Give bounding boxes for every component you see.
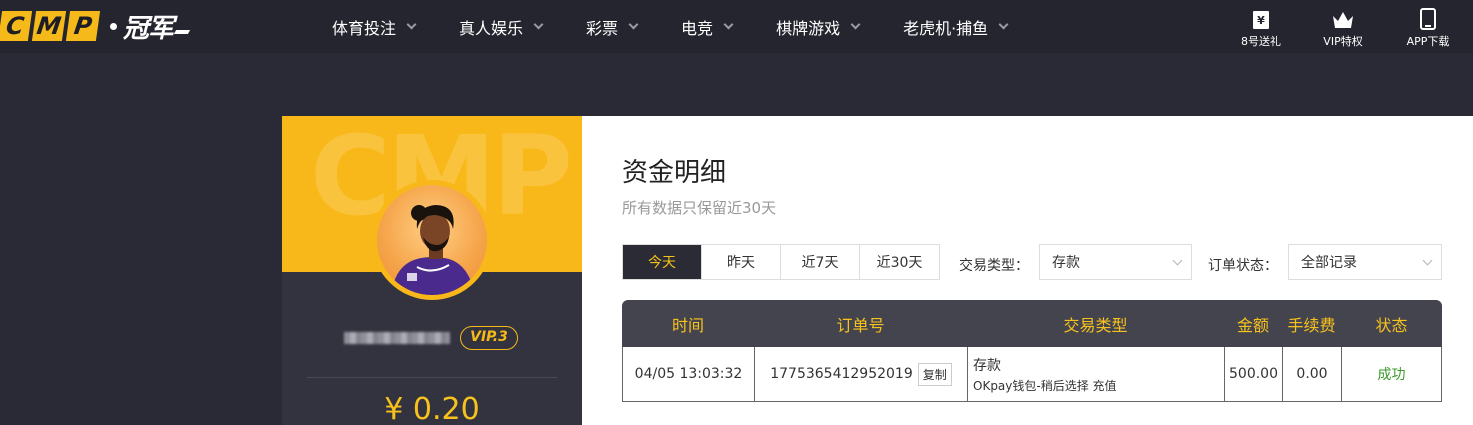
column-header-fee: 手续费 xyxy=(1287,315,1336,335)
vip-badge: VIP.3 xyxy=(460,326,518,350)
top-header: C M P 冠军 体育投注 真人娱乐 彩票 电竞 棋牌游戏 老虎机·捕鱼 ¥ 8… xyxy=(0,0,1473,53)
gift-label: 8号送礼 xyxy=(1241,35,1281,48)
cell-order-no: 1775365412952019 复制 xyxy=(755,347,968,401)
chevron-down-icon xyxy=(1422,255,1433,266)
chevron-down-icon xyxy=(998,19,1009,30)
page-subtitle: 所有数据只保留近30天 xyxy=(622,199,777,217)
transaction-type-value: 存款 xyxy=(1052,255,1080,271)
nav-item-card-games[interactable]: 棋牌游戏 xyxy=(776,0,861,53)
table-row: 04/05 13:03:32 1775365412952019 复制 存款 OK… xyxy=(622,347,1442,402)
username-blurred xyxy=(344,332,450,344)
page-title: 资金明细 xyxy=(622,158,727,188)
chevron-down-icon xyxy=(533,19,544,30)
cell-type: 存款 OKpay钱包-稍后选择 充值 xyxy=(968,347,1225,401)
logo-tail-icon xyxy=(173,30,191,34)
column-header-order-no: 订单号 xyxy=(836,315,885,335)
vip-label: VIP特权 xyxy=(1323,35,1363,48)
logo-letter: P xyxy=(65,11,101,41)
nav-item-label: 棋牌游戏 xyxy=(776,18,841,38)
cell-fee: 0.00 xyxy=(1283,347,1342,401)
chevron-down-icon xyxy=(723,19,734,30)
nav-item-label: 真人娱乐 xyxy=(459,18,524,38)
cell-amount: 500.00 xyxy=(1225,347,1283,401)
table-header: 时间 订单号 交易类型 金额 手续费 状态 xyxy=(622,300,1442,347)
nav-item-live-casino[interactable]: 真人娱乐 xyxy=(459,0,544,53)
column-header-type: 交易类型 xyxy=(1063,315,1128,335)
ticket-icon: ¥ xyxy=(1252,0,1270,30)
nav-item-slots-fishing[interactable]: 老虎机·捕鱼 xyxy=(903,0,1009,53)
order-status-select[interactable]: 全部记录 xyxy=(1288,244,1442,280)
nav-item-label: 电竞 xyxy=(681,18,714,38)
tab-last-30-days[interactable]: 近30天 xyxy=(860,245,939,279)
chevron-down-icon xyxy=(406,19,417,30)
avatar-person-icon xyxy=(391,205,475,295)
transaction-type-label: 交易类型： xyxy=(959,258,1029,274)
logo-cn-text: 冠军 xyxy=(123,13,174,44)
order-status-label: 订单状态： xyxy=(1208,258,1278,274)
logo-letters: C M P xyxy=(0,11,102,41)
nav-item-esports[interactable]: 电竞 xyxy=(681,0,734,53)
transactions-table: 时间 订单号 交易类型 金额 手续费 状态 04/05 13:03:32 177… xyxy=(622,300,1442,402)
logo-dot-icon xyxy=(110,22,117,30)
phone-icon xyxy=(1420,0,1436,30)
cell-time: 04/05 13:03:32 xyxy=(623,347,755,401)
tab-last-7-days[interactable]: 近7天 xyxy=(781,245,860,279)
date-range-tabs: 今天 昨天 近7天 近30天 xyxy=(622,244,940,280)
card-divider xyxy=(307,377,557,378)
app-label: APP下载 xyxy=(1406,35,1450,48)
profile-card: CMP VIP.3 ¥ 0.20 xyxy=(282,116,582,425)
logo-letter: C xyxy=(0,11,33,41)
column-header-amount: 金额 xyxy=(1236,315,1269,335)
order-status-value: 全部记录 xyxy=(1301,255,1357,271)
gift-link[interactable]: ¥ 8号送礼 xyxy=(1238,0,1284,53)
copy-button[interactable]: 复制 xyxy=(917,362,952,386)
chevron-down-icon xyxy=(628,19,639,30)
tab-today[interactable]: 今天 xyxy=(623,245,702,279)
order-number: 1775365412952019 xyxy=(770,366,913,382)
chevron-down-icon xyxy=(1172,255,1183,266)
main-nav: 体育投注 真人娱乐 彩票 电竞 棋牌游戏 老虎机·捕鱼 xyxy=(332,0,1051,53)
fund-details-panel: 资金明细 所有数据只保留近30天 今天 昨天 近7天 近30天 交易类型： 存款… xyxy=(582,116,1473,425)
balance-amount: ¥ 0.20 xyxy=(384,392,480,425)
column-header-status: 状态 xyxy=(1375,315,1408,335)
app-download-link[interactable]: APP下载 xyxy=(1402,0,1454,53)
nav-item-sports[interactable]: 体育投注 xyxy=(332,0,417,53)
avatar-ring xyxy=(372,180,492,300)
chevron-down-icon xyxy=(850,19,861,30)
column-header-time: 时间 xyxy=(671,315,704,335)
cell-status: 成功 xyxy=(1377,367,1406,383)
crown-icon xyxy=(1331,0,1355,30)
nav-item-label: 彩票 xyxy=(586,18,619,38)
avatar[interactable] xyxy=(377,185,487,295)
type-detail: OKpay钱包-稍后选择 充值 xyxy=(973,378,1117,393)
transaction-type-select[interactable]: 存款 xyxy=(1039,244,1192,280)
logo-letter: M xyxy=(31,11,67,41)
brand-logo[interactable]: C M P 冠军 xyxy=(0,9,191,44)
nav-item-lottery[interactable]: 彩票 xyxy=(586,0,639,53)
svg-text:¥: ¥ xyxy=(1257,14,1265,27)
nav-item-label: 老虎机·捕鱼 xyxy=(903,18,989,38)
tab-yesterday[interactable]: 昨天 xyxy=(702,245,781,279)
nav-item-label: 体育投注 xyxy=(332,18,397,38)
vip-link[interactable]: VIP特权 xyxy=(1320,0,1366,53)
type-main: 存款 xyxy=(973,357,1001,374)
